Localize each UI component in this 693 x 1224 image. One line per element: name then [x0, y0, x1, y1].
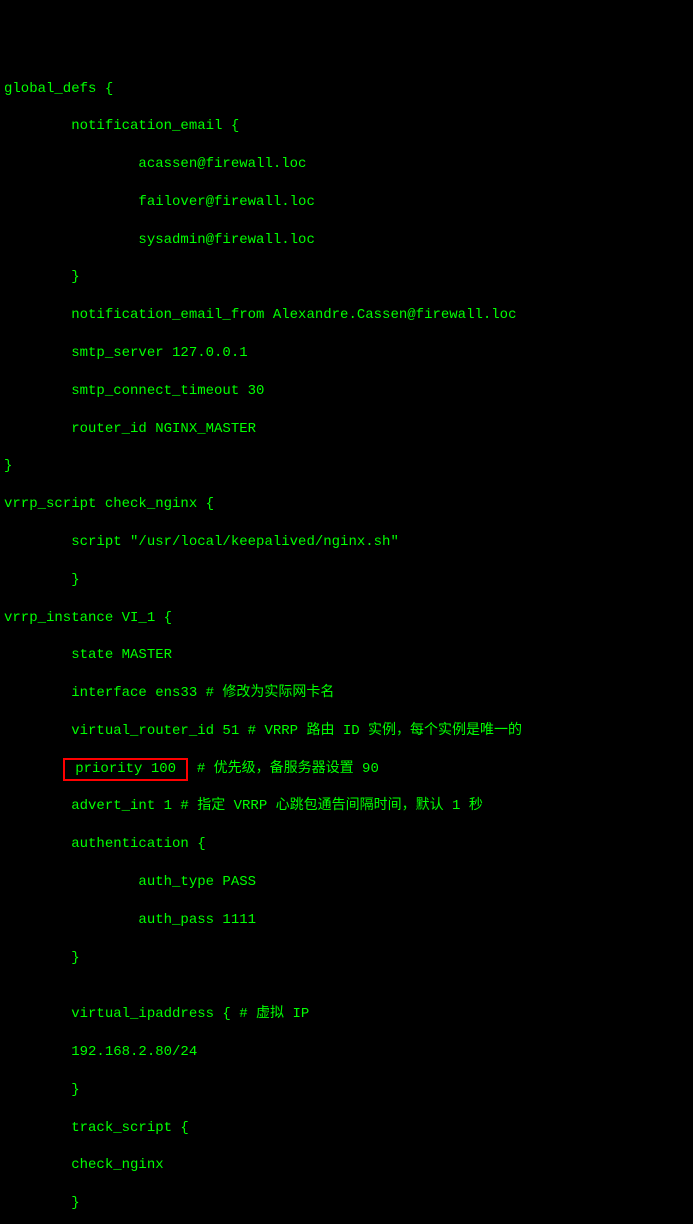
config-line: authentication {	[4, 835, 689, 854]
config-line: }	[4, 457, 689, 476]
config-line: acassen@firewall.loc	[4, 155, 689, 174]
config-line: state MASTER	[4, 646, 689, 665]
config-line: }	[4, 268, 689, 287]
config-line: }	[4, 1194, 689, 1213]
config-line: vrrp_instance VI_1 {	[4, 609, 689, 628]
config-line: }	[4, 571, 689, 590]
priority-line: priority 100 # 优先级，备服务器设置 90	[4, 760, 689, 779]
config-line: check_nginx	[4, 1156, 689, 1175]
config-line: notification_email {	[4, 117, 689, 136]
config-line: global_defs {	[4, 80, 689, 99]
config-line: smtp_connect_timeout 30	[4, 382, 689, 401]
config-line: }	[4, 1081, 689, 1100]
config-line: notification_email_from Alexandre.Cassen…	[4, 306, 689, 325]
config-line: auth_pass 1111	[4, 911, 689, 930]
config-line: script "/usr/local/keepalived/nginx.sh"	[4, 533, 689, 552]
config-line: virtual_router_id 51 # VRRP 路由 ID 实例，每个实…	[4, 722, 689, 741]
config-line: advert_int 1 # 指定 VRRP 心跳包通告间隔时间，默认 1 秒	[4, 797, 689, 816]
config-line: vrrp_script check_nginx {	[4, 495, 689, 514]
config-line: interface ens33 # 修改为实际网卡名	[4, 684, 689, 703]
priority-highlight: priority 100	[63, 758, 189, 781]
config-line: sysadmin@firewall.loc	[4, 231, 689, 250]
config-line: }	[4, 949, 689, 968]
config-line: smtp_server 127.0.0.1	[4, 344, 689, 363]
config-line: track_script {	[4, 1119, 689, 1138]
config-line: 192.168.2.80/24	[4, 1043, 689, 1062]
priority-line-pre	[4, 761, 63, 777]
config-line: auth_type PASS	[4, 873, 689, 892]
config-line: virtual_ipaddress { # 虚拟 IP	[4, 1005, 689, 1024]
priority-line-post: # 优先级，备服务器设置 90	[188, 761, 378, 777]
config-line: router_id NGINX_MASTER	[4, 420, 689, 439]
config-line: failover@firewall.loc	[4, 193, 689, 212]
